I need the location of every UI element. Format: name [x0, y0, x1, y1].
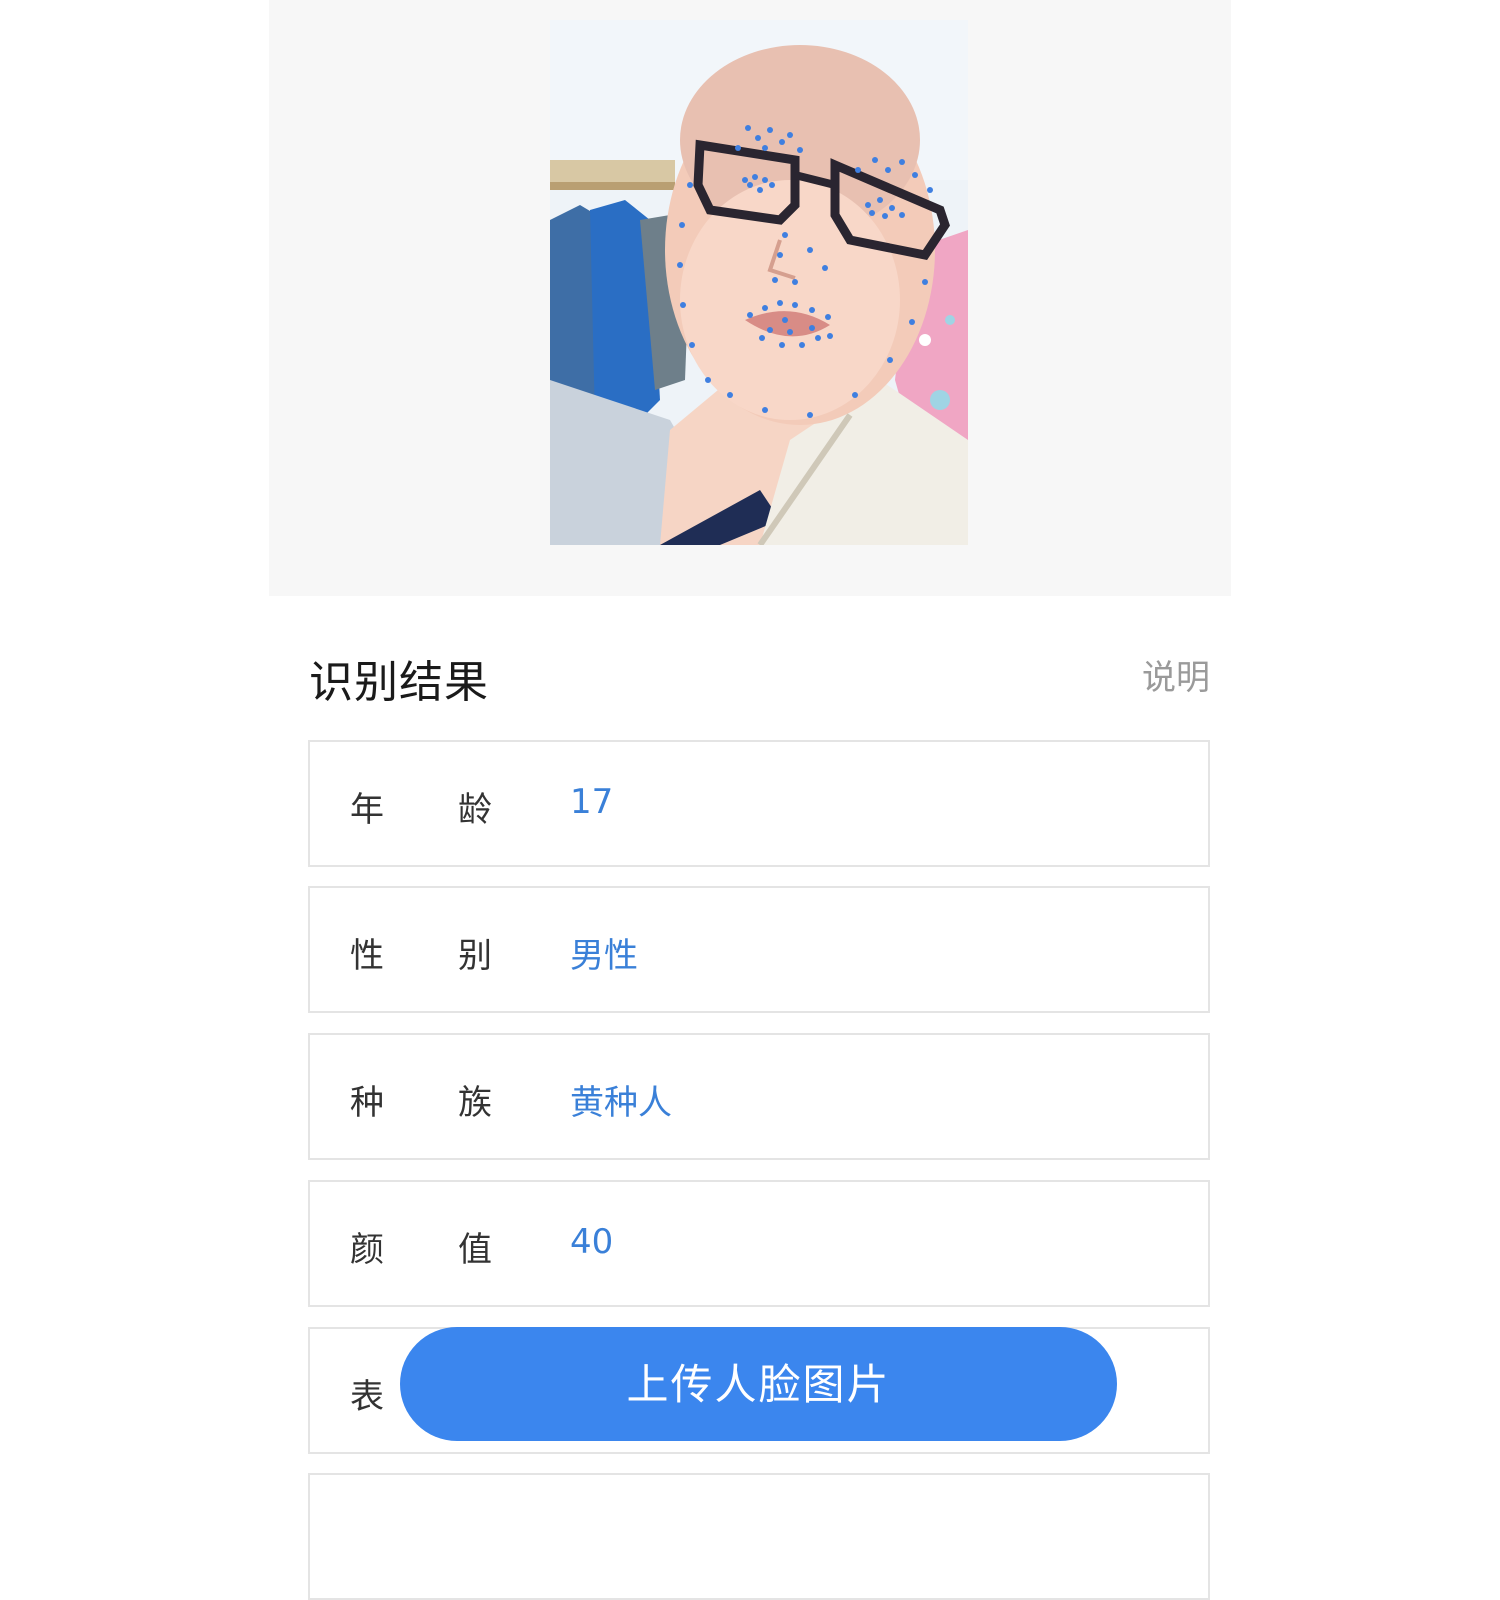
row-label: 颜 值: [350, 1222, 494, 1270]
photo-area: [269, 0, 1231, 596]
row-value: 17: [570, 782, 614, 822]
row-label-char: 颜: [350, 1230, 384, 1270]
row-value: 黄种人: [570, 1083, 672, 1123]
row-value: 40: [570, 1222, 614, 1262]
result-row-next: [308, 1473, 1210, 1600]
result-title: 识别结果: [309, 657, 489, 708]
explain-link[interactable]: 说明: [1142, 650, 1210, 699]
row-label-char: 性: [350, 936, 384, 976]
upload-face-image-button[interactable]: 上传人脸图片: [400, 1327, 1117, 1441]
row-label-char: 年: [350, 790, 384, 830]
row-label: 种 族: [350, 1075, 494, 1123]
result-header: 识别结果 说明: [309, 640, 1210, 708]
result-row-race: 种 族 黄种人: [308, 1033, 1210, 1160]
result-row-age: 年 龄 17: [308, 740, 1210, 867]
face-recognition-app: 识别结果 说明 年 龄 17 性 别 男性 种 族 黄种人 颜 值 40 表 上…: [269, 0, 1231, 1600]
row-label: 年 龄: [350, 782, 494, 830]
row-label-char: 表: [350, 1377, 384, 1417]
result-row-gender: 性 别 男性: [308, 886, 1210, 1013]
row-label-char: 族: [458, 1083, 492, 1123]
row-label-char: 龄: [458, 790, 492, 830]
face-photo-illustration: [550, 20, 968, 545]
result-row-beauty: 颜 值 40: [308, 1180, 1210, 1307]
row-label: 性 别: [350, 928, 494, 976]
row-label-char: 别: [458, 936, 492, 976]
row-label-char: 种: [350, 1083, 384, 1123]
row-label-char: 值: [458, 1230, 492, 1270]
face-photo: [550, 20, 968, 545]
row-value: 男性: [570, 936, 638, 976]
